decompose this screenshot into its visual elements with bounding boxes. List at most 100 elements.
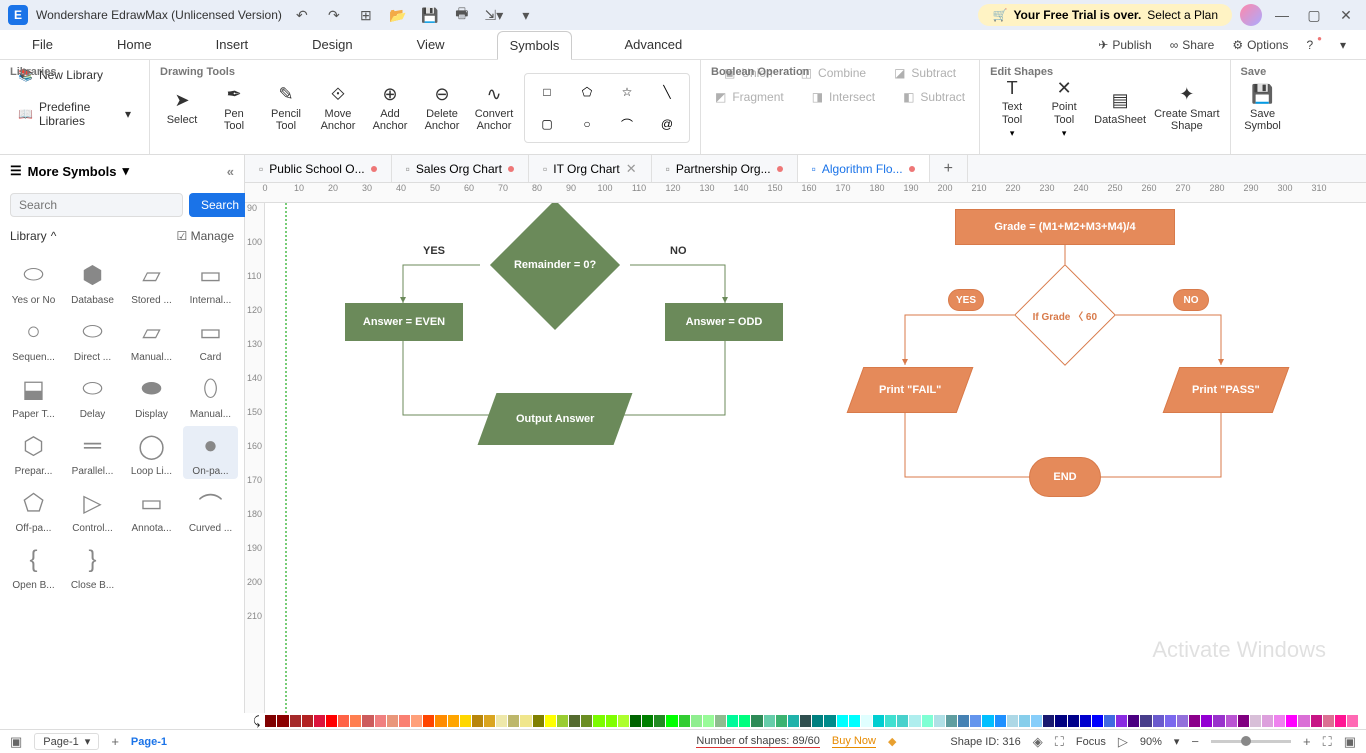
export-icon[interactable]: ⇲▾ xyxy=(482,3,506,27)
color-swatch[interactable] xyxy=(508,715,519,727)
shape-internal[interactable]: ▭Internal... xyxy=(183,255,238,308)
color-swatch[interactable] xyxy=(1262,715,1273,727)
green-odd[interactable]: Answer = ODD xyxy=(665,303,783,341)
color-swatch[interactable] xyxy=(1226,715,1237,727)
collapse-ribbon-icon[interactable]: ▾ xyxy=(1340,38,1346,52)
page-tab[interactable]: Page-1 xyxy=(131,736,167,748)
color-swatch[interactable] xyxy=(764,715,775,727)
fit-page-icon[interactable]: ⛶ xyxy=(1323,734,1332,750)
color-swatch[interactable] xyxy=(861,715,872,727)
save-icon[interactable]: 💾 xyxy=(418,3,442,27)
color-swatch[interactable] xyxy=(1347,715,1358,727)
color-swatch[interactable] xyxy=(1031,715,1042,727)
color-swatch[interactable] xyxy=(411,715,422,727)
color-swatch[interactable] xyxy=(1104,715,1115,727)
color-swatch[interactable] xyxy=(520,715,531,727)
color-swatch[interactable] xyxy=(654,715,665,727)
shape-arc[interactable]: ⌒ xyxy=(609,110,645,138)
color-swatch[interactable] xyxy=(727,715,738,727)
color-swatch[interactable] xyxy=(995,715,1006,727)
color-swatch[interactable] xyxy=(824,715,835,727)
move-anchor-tool[interactable]: ⟐Move Anchor xyxy=(316,84,360,132)
color-swatch[interactable] xyxy=(788,715,799,727)
shape-line[interactable]: ╲ xyxy=(649,78,685,106)
menu-design[interactable]: Design xyxy=(300,31,364,58)
predefine-libraries-button[interactable]: 📖Predefine Libraries▾ xyxy=(10,96,139,132)
color-swatch[interactable] xyxy=(533,715,544,727)
shape-spiral[interactable]: @ xyxy=(649,110,685,138)
collapse-panel-icon[interactable]: « xyxy=(227,164,234,179)
play-icon[interactable]: ▷ xyxy=(1118,734,1128,750)
color-swatch[interactable] xyxy=(776,715,787,727)
shape-curved[interactable]: ⌒Curved ... xyxy=(183,483,238,536)
menu-home[interactable]: Home xyxy=(105,31,164,58)
shape-manual[interactable]: ⬯Manual... xyxy=(183,369,238,422)
orange-end[interactable]: END xyxy=(1029,457,1101,497)
share-button[interactable]: ∞Share xyxy=(1170,38,1215,52)
color-swatch[interactable] xyxy=(1177,715,1188,727)
shape-rounded[interactable]: ▢ xyxy=(529,110,565,138)
shape-pentagon[interactable]: ⬠ xyxy=(569,78,605,106)
color-swatch[interactable] xyxy=(350,715,361,727)
color-swatch[interactable] xyxy=(1007,715,1018,727)
doc-tab[interactable]: ▫Partnership Org... xyxy=(652,155,798,182)
add-page-icon[interactable]: + xyxy=(111,734,119,749)
trial-banner[interactable]: 🛒 Your Free Trial is over. Select a Plan xyxy=(978,4,1232,26)
color-swatch[interactable] xyxy=(435,715,446,727)
shape-parallel[interactable]: ═Parallel... xyxy=(65,426,120,479)
color-swatch[interactable] xyxy=(1189,715,1200,727)
color-swatch[interactable] xyxy=(837,715,848,727)
color-swatch[interactable] xyxy=(1323,715,1334,727)
doc-tab[interactable]: ▫Sales Org Chart xyxy=(392,155,529,182)
color-swatch[interactable] xyxy=(496,715,507,727)
menu-file[interactable]: File xyxy=(20,31,65,58)
color-swatch[interactable] xyxy=(569,715,580,727)
color-swatch[interactable] xyxy=(1116,715,1127,727)
color-swatch[interactable] xyxy=(691,715,702,727)
color-swatch[interactable] xyxy=(423,715,434,727)
menu-insert[interactable]: Insert xyxy=(204,31,261,58)
zoom-out-icon[interactable]: − xyxy=(1191,734,1199,749)
zoom-slider[interactable] xyxy=(1211,740,1291,743)
close-tab-icon[interactable]: ✕ xyxy=(626,161,637,177)
help-icon[interactable]: ?● xyxy=(1306,38,1322,52)
select-tool[interactable]: ➤Select xyxy=(160,90,204,126)
orange-decision[interactable]: If Grade 〈 60 xyxy=(1014,264,1116,366)
dropper-icon[interactable]: ⤹ xyxy=(253,714,260,729)
shape-closeb[interactable]: }Close B... xyxy=(65,540,120,593)
color-swatch[interactable] xyxy=(739,715,750,727)
menu-advanced[interactable]: Advanced xyxy=(612,31,694,58)
pencil-tool[interactable]: ✎Pencil Tool xyxy=(264,84,308,132)
intersect-button[interactable]: ◨Intersect xyxy=(808,88,879,106)
shape-annota[interactable]: ▭Annota... xyxy=(124,483,179,536)
color-swatch[interactable] xyxy=(800,715,811,727)
color-swatch[interactable] xyxy=(1140,715,1151,727)
shape-card[interactable]: ▭Card xyxy=(183,312,238,365)
color-swatch[interactable] xyxy=(362,715,373,727)
focus-icon[interactable]: ⛶ xyxy=(1055,734,1064,750)
shape-prepar[interactable]: ⬡Prepar... xyxy=(6,426,61,479)
color-swatch[interactable] xyxy=(1274,715,1285,727)
more-icon[interactable]: ▾ xyxy=(514,3,538,27)
color-swatch[interactable] xyxy=(1092,715,1103,727)
shape-delay[interactable]: ⬭Delay xyxy=(65,369,120,422)
color-swatch[interactable] xyxy=(1080,715,1091,727)
open-icon[interactable]: 📂 xyxy=(386,3,410,27)
fullscreen-icon[interactable]: ▣ xyxy=(1344,734,1356,750)
menu-symbols[interactable]: Symbols xyxy=(497,31,573,60)
color-swatch[interactable] xyxy=(751,715,762,727)
fragment-button[interactable]: ◩Fragment xyxy=(711,88,788,106)
color-swatch[interactable] xyxy=(606,715,617,727)
shape-circle[interactable]: ○ xyxy=(569,110,605,138)
shape-sequen[interactable]: ○Sequen... xyxy=(6,312,61,365)
shape-stored[interactable]: ▱Stored ... xyxy=(124,255,179,308)
shape-openb[interactable]: {Open B... xyxy=(6,540,61,593)
color-swatch[interactable] xyxy=(679,715,690,727)
green-even[interactable]: Answer = EVEN xyxy=(345,303,463,341)
more-symbols-label[interactable]: More Symbols xyxy=(28,164,117,179)
shape-display[interactable]: ⬬Display xyxy=(124,369,179,422)
zoom-in-icon[interactable]: + xyxy=(1303,734,1311,749)
color-swatch[interactable] xyxy=(338,715,349,727)
color-swatch[interactable] xyxy=(448,715,459,727)
manage-button[interactable]: ☑ Manage xyxy=(177,229,234,243)
